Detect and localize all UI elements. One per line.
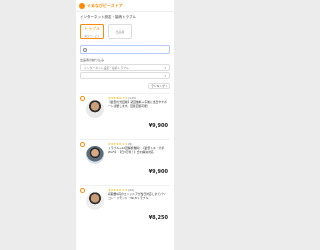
service-card[interactable]: ★★★★★ 4.9 (125) 【最安の光回線】初回無料＋午後に当日やサポート診…: [80, 93, 170, 137]
service-title[interactable]: トラブル→12回解析無料！【最安トキ・大手Wi-Fi】 【日3万件！】合わ解決対…: [108, 146, 168, 154]
page-title: インターネット設定・接続トラブル: [80, 15, 136, 19]
search-icon: [83, 47, 87, 52]
category-select[interactable]: インターネット設定・接続トラブル ▾: [80, 64, 170, 71]
tab-sellers[interactable]: 出品者: [108, 24, 132, 39]
sort-label: ランキング: [151, 84, 165, 88]
avatar: [86, 146, 104, 164]
filter-label: 出品者の絞り込み: [80, 58, 105, 62]
category-select-value: インターネット設定・接続トラブル: [84, 65, 129, 70]
service-price: ¥9,900: [148, 169, 168, 175]
chevron-down-icon: ▾: [165, 84, 167, 88]
avatar: [86, 192, 104, 210]
tab-label: 出品者: [115, 29, 125, 34]
site-logo[interactable]: ぐるなびビーストア: [87, 3, 123, 9]
service-title[interactable]: 初期費0円のエンジニアが当日対応し全てパソコン・リモンド・Wi-Fiトラブル: [108, 192, 168, 200]
service-card[interactable]: ★★★★★ 4.9 (8) トラブル→12回解析無料！【最安トキ・大手Wi-Fi…: [80, 139, 170, 183]
favorite-icon[interactable]: [80, 96, 85, 101]
tab-label: トラブル: [84, 25, 100, 31]
site-header: ぐるなびビーストア: [76, 0, 174, 12]
tab-sublabel: 解決サービス: [84, 34, 100, 38]
chevron-down-icon: ▾: [164, 73, 166, 78]
service-price: ¥8,250: [148, 215, 168, 221]
service-price: ¥9,900: [148, 123, 168, 129]
favorite-icon[interactable]: [80, 142, 85, 147]
chevron-down-icon: ▾: [164, 65, 166, 70]
service-title[interactable]: 【最安の光回線】初回無料＋午後に当日やサポート診断します。回答回答可能！: [108, 100, 168, 108]
favorite-icon[interactable]: [80, 188, 85, 193]
tab-trouble-service[interactable]: トラブル 解決サービス: [80, 24, 104, 39]
sort-row: ランキング ▾: [76, 80, 174, 91]
service-card[interactable]: ★★★★★ 4.8 (62) 初期費0円のエンジニアが当日対応し全てパソコン・リ…: [80, 185, 170, 229]
tab-bar: トラブル 解決サービス 出品者: [76, 22, 174, 41]
subcategory-select[interactable]: ▾: [80, 72, 170, 79]
logo-icon: [79, 2, 85, 9]
search-input[interactable]: [80, 45, 170, 54]
page-container: ぐるなびビーストア インターネット設定・接続トラブル トラブル 解決サービス 出…: [76, 0, 174, 250]
avatar: [86, 100, 104, 118]
sort-select[interactable]: ランキング ▾: [148, 83, 170, 89]
